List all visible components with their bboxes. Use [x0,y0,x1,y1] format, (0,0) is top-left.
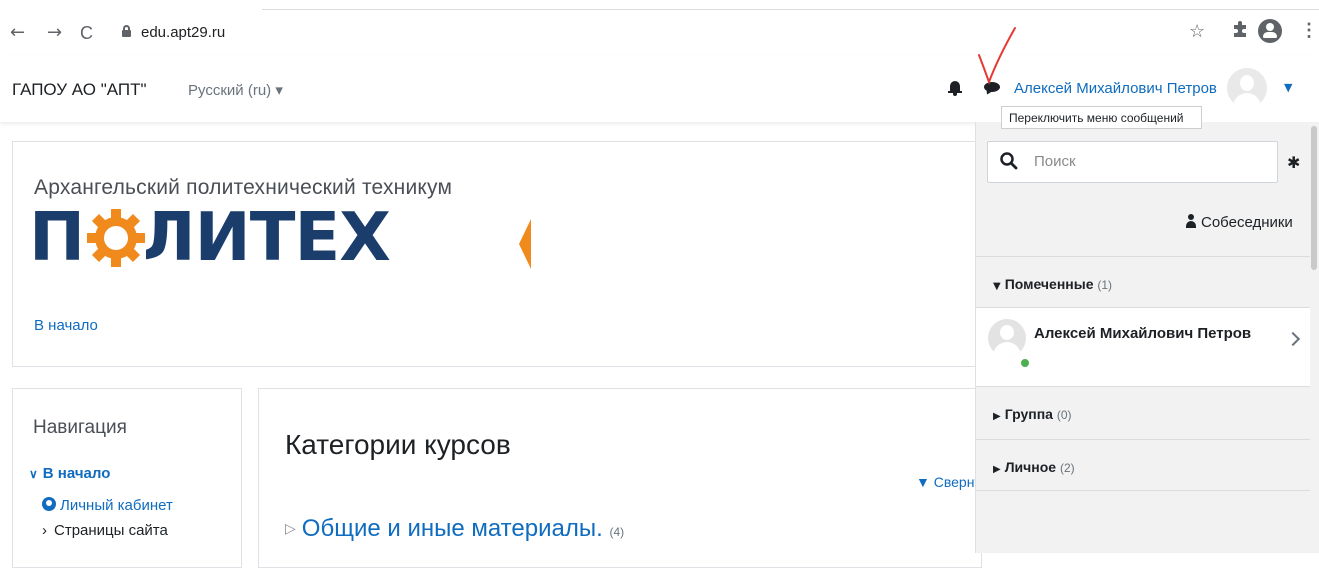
nav-item-home-label[interactable]: В начало [43,465,111,482]
contacts-label[interactable]: Собеседники [1201,214,1293,231]
logo-subtitle: Архангельский политехнический техникум [34,176,453,199]
course-categories-block: Категории курсов ▼ Свернуть всё ▷ Общие и… [258,388,1021,568]
navigation-title: Навигация [33,417,127,438]
profile-icon[interactable] [1258,19,1282,43]
private-header[interactable]: ▶ Личное (2) [993,459,1075,475]
forward-icon[interactable]: → [47,22,62,44]
messages-search-input[interactable] [1034,153,1264,170]
navigation-block: Навигация ∨ В начало Личный кабинет › Стра… [12,388,242,568]
reload-icon[interactable]: C [80,22,93,44]
nav-item-dashboard[interactable]: Личный кабинет [42,497,173,514]
scrollbar[interactable] [1310,122,1319,553]
url-text[interactable]: edu.apt29.ru [141,24,225,41]
group-header[interactable]: ▶ Группа (0) [993,406,1072,422]
site-name[interactable]: ГАПОУ АО "АПТ" [12,80,147,100]
breadcrumb-home-link[interactable]: В начало [34,317,98,334]
avatar [988,319,1026,357]
online-status-icon [1021,359,1029,367]
caret-down-icon: ▼ [993,281,1001,292]
messages-search-box[interactable] [987,141,1278,183]
red-checkmark-annotation [978,27,1016,85]
private-section[interactable]: ▶ Личное (2) [976,439,1319,491]
private-count: (2) [1059,461,1075,475]
tooltip: Переключить меню сообщений [1001,106,1202,129]
group-count: (0) [1056,408,1072,422]
group-section[interactable]: ▶ Группа (0) [976,386,1319,439]
scrollbar-thumb[interactable] [1311,126,1317,270]
bookmark-star-icon[interactable]: ☆ [1189,21,1205,42]
logo-word: ПОЛИТЕХ [29,198,391,276]
nav-item-home[interactable]: ∨ В начало [29,465,110,482]
user-menu-name[interactable]: Алексей Михайлович Петров [1014,80,1217,97]
chevron-right-icon: › [42,522,47,539]
dashboard-icon [42,497,56,511]
back-icon[interactable]: ← [10,22,25,44]
expand-triangle-icon[interactable]: ▷ [285,520,296,536]
avatar[interactable] [1227,68,1267,108]
nav-item-site-pages[interactable]: › Страницы сайта [42,522,168,539]
bell-icon[interactable] [948,80,962,96]
nav-item-site-pages-label[interactable]: Страницы сайта [54,522,168,539]
person-icon [1186,214,1196,228]
caret-right-icon: ▶ [993,464,1001,475]
starred-label[interactable]: Помеченные [1005,276,1094,292]
chevron-right-icon[interactable] [1285,331,1301,347]
starred-section[interactable]: ▼ Помеченные (1) [976,256,1319,307]
gear-icon[interactable]: ✱ [1287,153,1300,172]
address-bar[interactable]: edu.apt29.ru [112,18,1252,48]
tab-strip-divider [262,9,1319,10]
private-label[interactable]: Личное [1005,459,1056,475]
category-item[interactable]: ▷ Общие и иные материалы. (4) [285,515,624,543]
starred-count: (1) [1097,278,1113,292]
logo-arrow-icon [519,219,531,269]
group-label[interactable]: Группа [1005,406,1053,422]
nav-item-dashboard-label[interactable]: Личный кабинет [60,497,173,514]
browser-menu-icon[interactable]: ⋮ [1300,20,1318,41]
starred-header[interactable]: ▼ Помеченные (1) [993,276,1112,292]
search-icon [1000,152,1018,170]
messages-drawer: ✱ Собеседники ▼ Помеченные (1) Алексей Ми… [975,122,1319,553]
category-name[interactable]: Общие и иные материалы. [302,515,603,542]
header-card: Архангельский политехнический техникум П… [12,141,982,367]
gear-logo-icon [86,208,146,268]
caret-right-icon: ▶ [993,411,1001,422]
contact-name[interactable]: Алексей Михайлович Петров [1034,325,1251,342]
contacts-link[interactable]: Собеседники [1186,214,1293,231]
language-menu[interactable]: Русский (ru) ▾ [188,81,283,99]
lock-icon[interactable] [122,25,131,37]
browser-toolbar: ← → C edu.apt29.ru ☆ ⋮ [0,0,1319,56]
extensions-icon[interactable] [1231,21,1249,44]
category-count: (4) [609,525,625,539]
page-title: Категории курсов [285,429,511,460]
user-menu-caret-icon[interactable]: ▼ [1284,81,1292,94]
list-item[interactable]: Алексей Михайлович Петров [976,307,1319,386]
chevron-down-icon: ∨ [29,467,38,481]
